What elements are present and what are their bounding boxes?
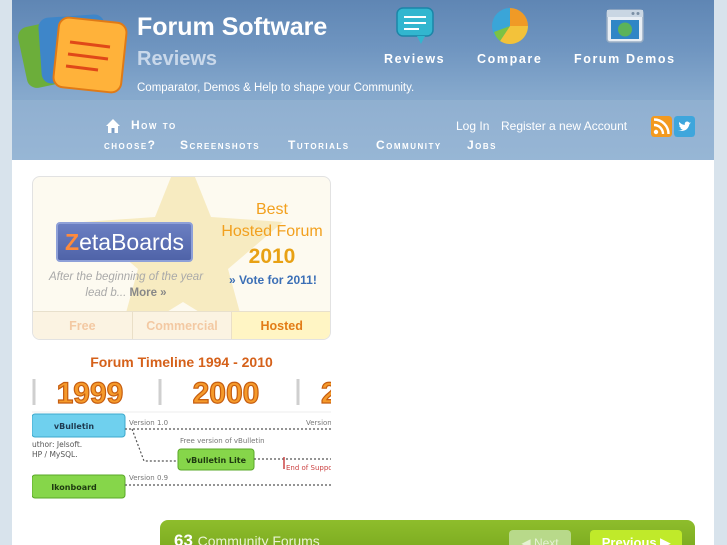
tab-hosted[interactable]: Hosted: [232, 312, 330, 339]
award-badge: Best Hosted Forum 2010: [216, 199, 328, 271]
rss-icon[interactable]: [651, 116, 672, 137]
site-subtitle: Reviews: [137, 48, 218, 70]
category-tabs: Free Commercial Hosted: [33, 311, 330, 339]
nav-choose-label: choose?: [104, 138, 157, 152]
topnav-forum-demos[interactable]: Forum Demos: [574, 6, 676, 66]
timeline-item-ikonboard: Ikonboard: [51, 483, 97, 492]
register-link[interactable]: Register a new Account: [501, 119, 627, 133]
forum-count-number: 63: [174, 531, 193, 545]
zeta-logo-initial: Z: [65, 229, 80, 255]
logo-icon[interactable]: [18, 10, 128, 98]
topnav-forum-demos-label: Forum Demos: [574, 52, 676, 66]
timeline-item-vbulletin-lite: vBulletin Lite: [186, 456, 247, 465]
topnav-reviews[interactable]: Reviews: [384, 6, 445, 66]
zetaboards-logo[interactable]: ZetaBoards: [56, 222, 193, 262]
previous-label: Previous: [601, 535, 657, 545]
nav-community[interactable]: Community: [376, 138, 442, 152]
vote-link[interactable]: » Vote for 2011!: [229, 273, 317, 287]
forum-timeline[interactable]: Forum Timeline 1994 - 2010 1999 2000 2 v…: [32, 349, 331, 499]
community-forums-count: 63 Community Forums: [174, 531, 320, 545]
community-forums-bar: 63 Community Forums ◀ Next Previous ▶: [160, 520, 695, 545]
login-link[interactable]: Log In: [456, 119, 489, 133]
nav-how-to-choose[interactable]: How to: [131, 118, 177, 132]
next-button[interactable]: ◀ Next: [509, 530, 571, 545]
award-year: 2010: [248, 245, 296, 268]
timeline-note-vbulletin-lite: Free version of vBulletin: [180, 437, 265, 445]
timeline-note-ikonboard: Version 0.9: [129, 474, 168, 482]
next-arrow-icon: ◀: [521, 536, 534, 545]
previous-arrow-icon: ▶: [656, 535, 671, 545]
promo-description-text: After the beginning of the year lead b..…: [48, 271, 204, 299]
award-line1: Best: [255, 201, 288, 218]
timeline-year-1999: 1999: [57, 377, 124, 410]
promo-description: After the beginning of the year lead b..…: [41, 269, 211, 301]
site-header: Forum Software Reviews Comparator, Demos…: [12, 0, 714, 160]
topnav-reviews-label: Reviews: [384, 52, 446, 66]
timeline-version-cut: Version: [306, 419, 331, 427]
site-title[interactable]: Forum Software: [137, 13, 327, 42]
timeline-year-2000: 2000: [193, 377, 260, 410]
chat-bubble-icon: [395, 7, 434, 44]
featured-promo[interactable]: ZetaBoards After the beginning of the ye…: [32, 176, 331, 340]
nav-screenshots[interactable]: Screenshots: [180, 138, 260, 152]
timeline-note-vbulletin: Version 1.0: [129, 419, 168, 427]
nav-how-to-label: How to: [131, 118, 177, 132]
timeline-author: uthor: Jelsoft.: [32, 440, 82, 449]
tab-free[interactable]: Free: [33, 312, 133, 339]
timeline-graphic: 1999 2000 2 vBulletin Version 1.0 Versio…: [32, 376, 331, 499]
timeline-item-vbulletin: vBulletin: [54, 422, 94, 431]
topnav-compare[interactable]: Compare: [477, 6, 542, 66]
more-link[interactable]: More »: [130, 287, 167, 299]
nav-tutorials[interactable]: Tutorials: [288, 138, 350, 152]
pie-chart-icon: [491, 8, 528, 45]
award-line2: Hosted Forum: [221, 223, 323, 240]
timeline-tech: HP / MySQL.: [32, 450, 78, 459]
tab-commercial[interactable]: Commercial: [132, 312, 233, 339]
previous-button[interactable]: Previous ▶: [590, 530, 682, 545]
nav-how-to-choose-cont[interactable]: choose?: [104, 138, 157, 152]
next-label: Next: [533, 536, 559, 545]
home-icon[interactable]: [105, 118, 121, 134]
timeline-year-next: 2: [321, 377, 331, 410]
timeline-end-support: End of Suppo: [286, 464, 331, 472]
site-tagline: Comparator, Demos & Help to shape your C…: [137, 82, 415, 94]
twitter-icon[interactable]: [674, 116, 695, 137]
browser-window-icon: [606, 9, 644, 43]
forum-count-label: Community Forums: [197, 533, 320, 545]
zeta-logo-rest: etaBoards: [79, 229, 184, 255]
nav-jobs[interactable]: Jobs: [467, 138, 497, 152]
topnav-compare-label: Compare: [477, 52, 543, 66]
